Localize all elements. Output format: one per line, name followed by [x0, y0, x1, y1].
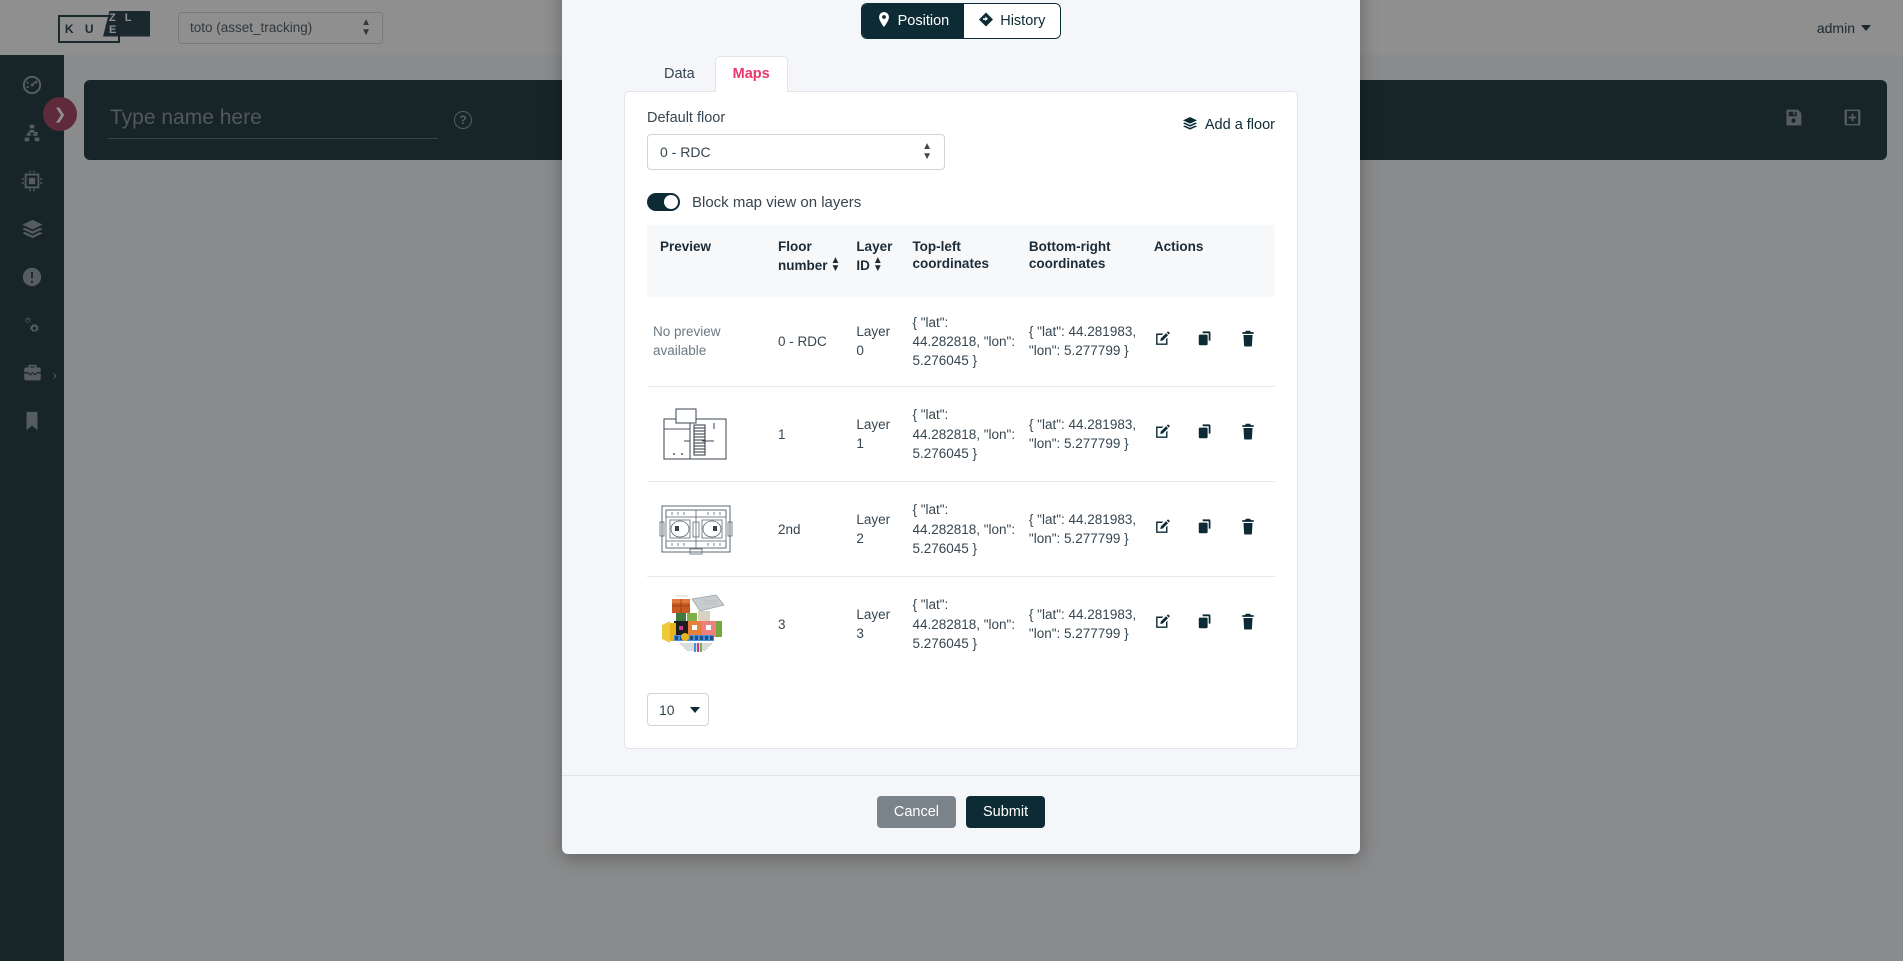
table-row: 3 Layer 3 { "lat": 44.282818, "lon": 5.2… [647, 576, 1275, 672]
trash-icon[interactable] [1240, 613, 1256, 635]
cell-layer-id: Layer 3 [850, 576, 907, 672]
tab-maps[interactable]: Maps [714, 56, 788, 92]
pen-to-square-icon[interactable] [1154, 330, 1171, 352]
block-map-view-toggle[interactable] [647, 193, 680, 211]
modal-top-tabs: Position History [562, 0, 1360, 38]
cell-top-left: { "lat": 44.282818, "lon": 5.276045 } [906, 481, 1023, 577]
cancel-button[interactable]: Cancel [876, 796, 956, 829]
cell-actions [1147, 481, 1275, 577]
map-marker-icon [877, 11, 891, 31]
page-size-select[interactable]: 10 [647, 693, 709, 727]
tab-maps-label: Maps [732, 66, 770, 82]
tab-history-label: History [1000, 13, 1046, 29]
cell-top-left: { "lat": 44.282818, "lon": 5.276045 } [906, 576, 1023, 672]
floors-table: Preview Floor number ▲ ▼ Layer ID ▲ ▼ Top-le… [647, 225, 1275, 672]
block-map-view-label: Block map view on layers [692, 193, 862, 211]
sort-updown-icon: ▲▼ [922, 141, 932, 162]
cell-floor-number: 2nd [771, 481, 851, 577]
maps-panel-header: Default floor 0 - RDC ▲ ▼ Add a floor [647, 110, 1275, 170]
trash-icon[interactable] [1240, 330, 1256, 352]
cell-top-left: { "lat": 44.282818, "lon": 5.276045 } [912, 314, 1016, 369]
cell-top-left: { "lat": 44.282818, "lon": 5.276045 } [906, 386, 1023, 482]
floor-preview-thumbnail[interactable] [653, 403, 739, 465]
block-map-view-row: Block map view on layers [647, 193, 1275, 211]
app-root: K U Z Z L E toto (asset_tracking) ▲▼ adm… [0, 0, 1903, 961]
copy-icon[interactable] [1197, 330, 1214, 352]
column-header-floor-number[interactable]: Floor number ▲ ▼ [772, 225, 850, 297]
page-size-value: 10 [659, 701, 675, 718]
no-preview-text: No preview available [653, 324, 721, 359]
pen-to-square-icon[interactable] [1154, 423, 1171, 445]
table-row: No preview available 0 - RDC Layer 0 { "… [647, 297, 1275, 387]
floor-preview-thumbnail[interactable] [653, 498, 739, 560]
copy-icon[interactable] [1197, 423, 1214, 445]
sort-icon: ▲ ▼ [872, 254, 883, 274]
layers-icon [1182, 115, 1198, 135]
floor-preview-thumbnail[interactable] [653, 593, 739, 655]
column-header-preview: Preview [660, 239, 712, 254]
cell-layer-id: Layer 2 [850, 481, 907, 577]
position-modal: Position History Data Maps Default floor… [562, 0, 1360, 855]
tab-history[interactable]: History [964, 4, 1061, 38]
cell-bottom-right: { "lat": 44.281983, "lon": 5.277799 } [1022, 576, 1148, 672]
table-row: 2nd Layer 2 { "lat": 44.282818, "lon": 5… [647, 481, 1275, 577]
pen-to-square-icon[interactable] [1154, 613, 1171, 635]
column-header-top-left: Top-left coordinates [912, 239, 989, 271]
tab-position-label: Position [897, 13, 950, 29]
tab-data-label: Data [664, 66, 695, 82]
position-history-toggle-group: Position History [861, 4, 1061, 38]
add-floor-button[interactable]: Add a floor [1182, 115, 1275, 135]
row-actions [1154, 330, 1269, 352]
tab-data[interactable]: Data [646, 56, 713, 92]
submit-button[interactable]: Submit [966, 796, 1046, 829]
cell-preview: No preview available [647, 297, 772, 387]
floors-table-head: Preview Floor number ▲ ▼ Layer ID ▲ ▼ Top-le… [647, 225, 1275, 297]
floors-table-header-row: Preview Floor number ▲ ▼ Layer ID ▲ ▼ Top-le… [647, 225, 1275, 297]
sort-icon: ▲ ▼ [830, 254, 841, 274]
cell-bottom-right: { "lat": 44.281983, "lon": 5.277799 } [1022, 386, 1148, 482]
floors-table-body: No preview available 0 - RDC Layer 0 { "… [647, 297, 1275, 672]
modal-sub-tabs: Data Maps [624, 56, 1298, 92]
cell-actions [1148, 297, 1275, 387]
row-actions [1154, 613, 1269, 635]
cell-floor-number: 0 - RDC [777, 333, 827, 349]
default-floor-label: Default floor [647, 110, 726, 126]
modal-body: Data Maps Default floor 0 - RDC ▲ ▼ Add … [562, 38, 1360, 750]
trash-icon[interactable] [1240, 518, 1256, 540]
tab-position[interactable]: Position [861, 4, 965, 38]
table-row: 1 Layer 1 { "lat": 44.282818, "lon": 5.2… [647, 386, 1275, 482]
add-floor-label: Add a floor [1204, 117, 1275, 133]
copy-icon[interactable] [1197, 613, 1214, 635]
maps-panel: Default floor 0 - RDC ▲ ▼ Add a floor Bl… [624, 91, 1298, 750]
cell-preview [647, 576, 772, 672]
cell-actions [1147, 386, 1275, 482]
default-floor-group: Default floor 0 - RDC ▲ ▼ [647, 110, 945, 170]
row-actions [1154, 423, 1269, 445]
cell-bottom-right: { "lat": 44.281983, "lon": 5.277799 } [1028, 324, 1137, 359]
toggle-knob [664, 195, 678, 209]
cell-actions [1147, 576, 1275, 672]
column-header-actions: Actions [1153, 239, 1204, 254]
default-floor-select[interactable]: 0 - RDC ▲ ▼ [647, 134, 945, 170]
diamond-turn-right-icon [979, 12, 994, 31]
cell-preview [647, 481, 772, 577]
cell-preview [647, 386, 772, 482]
trash-icon[interactable] [1240, 423, 1256, 445]
cell-floor-number: 1 [771, 386, 851, 482]
cell-layer-id: Layer 1 [850, 386, 907, 482]
row-actions [1154, 518, 1269, 540]
column-header-layer-id[interactable]: Layer ID ▲ ▼ [850, 225, 906, 297]
pen-to-square-icon[interactable] [1154, 518, 1171, 540]
column-header-floor-number-label: Floor number [777, 239, 828, 273]
cell-floor-number: 3 [771, 576, 851, 672]
modal-footer: Cancel Submit [562, 775, 1360, 854]
column-header-bottom-right: Bottom-right coordinates [1028, 239, 1111, 271]
chevron-down-icon [690, 706, 700, 713]
cell-layer-id: Layer 0 [856, 324, 891, 359]
copy-icon[interactable] [1197, 518, 1214, 540]
default-floor-value: 0 - RDC [660, 144, 711, 160]
cell-bottom-right: { "lat": 44.281983, "lon": 5.277799 } [1022, 481, 1148, 577]
